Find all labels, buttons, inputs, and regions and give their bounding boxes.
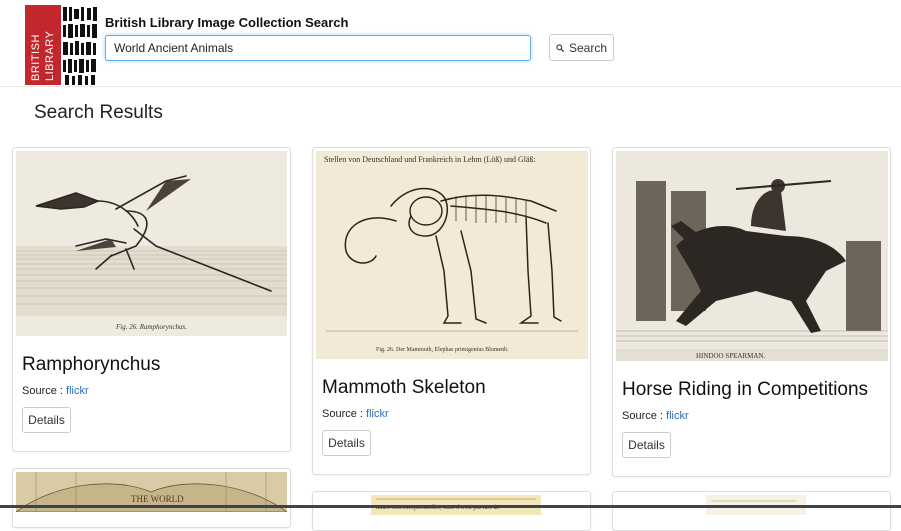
result-source: Source : flickr: [322, 408, 389, 420]
header: BRITISH LIBRARY British Library Image Co…: [0, 0, 901, 87]
result-source: Source : flickr: [622, 410, 689, 422]
result-card: Fig. 26. Ramphorynchus. Ramphorynchus So…: [12, 147, 291, 452]
image-caption: Fig. 26. Ramphorynchus.: [115, 323, 187, 331]
source-link[interactable]: flickr: [66, 385, 89, 397]
result-title[interactable]: Mammoth Skeleton: [322, 377, 486, 399]
result-title[interactable]: Ramphorynchus: [22, 354, 160, 376]
svg-text:LIBRARY: LIBRARY: [44, 30, 56, 81]
result-card: HINDOO SPEARMAN. Horse Riding in Competi…: [612, 147, 891, 477]
search-input[interactable]: [105, 35, 531, 61]
source-link[interactable]: flickr: [366, 408, 389, 420]
image-caption: THE WORLD: [131, 494, 184, 504]
search-results-heading: Search Results: [34, 102, 163, 123]
result-image[interactable]: HINDOO SPEARMAN.: [616, 151, 888, 361]
result-card: [612, 491, 891, 531]
result-title[interactable]: Horse Riding in Competitions: [622, 379, 868, 401]
image-caption: Fig. 26. Der Mammuth, Elephas primigeniu…: [376, 347, 509, 353]
image-caption: HINDOO SPEARMAN.: [696, 352, 765, 360]
app-title: British Library Image Collection Search: [105, 15, 349, 30]
svg-text:BRITISH: BRITISH: [30, 34, 42, 81]
details-button[interactable]: Details: [322, 430, 371, 456]
result-image[interactable]: Stellen von Deutschland und Frankreich i…: [316, 151, 588, 359]
details-button[interactable]: Details: [622, 432, 671, 458]
source-link[interactable]: flickr: [666, 410, 689, 422]
search-button-label: Search: [568, 40, 607, 55]
page-text: Stellen von Deutschland und Frankreich i…: [324, 155, 536, 164]
result-card: Stellen von Deutschland und Frankreich i…: [312, 147, 591, 475]
search-icon: [556, 43, 564, 52]
source-prefix: Source :: [622, 410, 667, 422]
result-image[interactable]: Fig. 26. Ramphorynchus.: [16, 151, 287, 336]
british-library-logo[interactable]: BRITISH LIBRARY: [25, 5, 99, 85]
result-card: THE WORLD: [12, 468, 291, 528]
details-button[interactable]: Details: [22, 407, 71, 433]
source-prefix: Source :: [22, 385, 67, 397]
search-button[interactable]: Search: [549, 34, 614, 61]
result-source: Source : flickr: [22, 385, 89, 397]
source-prefix: Source :: [322, 408, 367, 420]
result-card: rature sont exceptionnelles, mais il n'e…: [312, 491, 591, 531]
